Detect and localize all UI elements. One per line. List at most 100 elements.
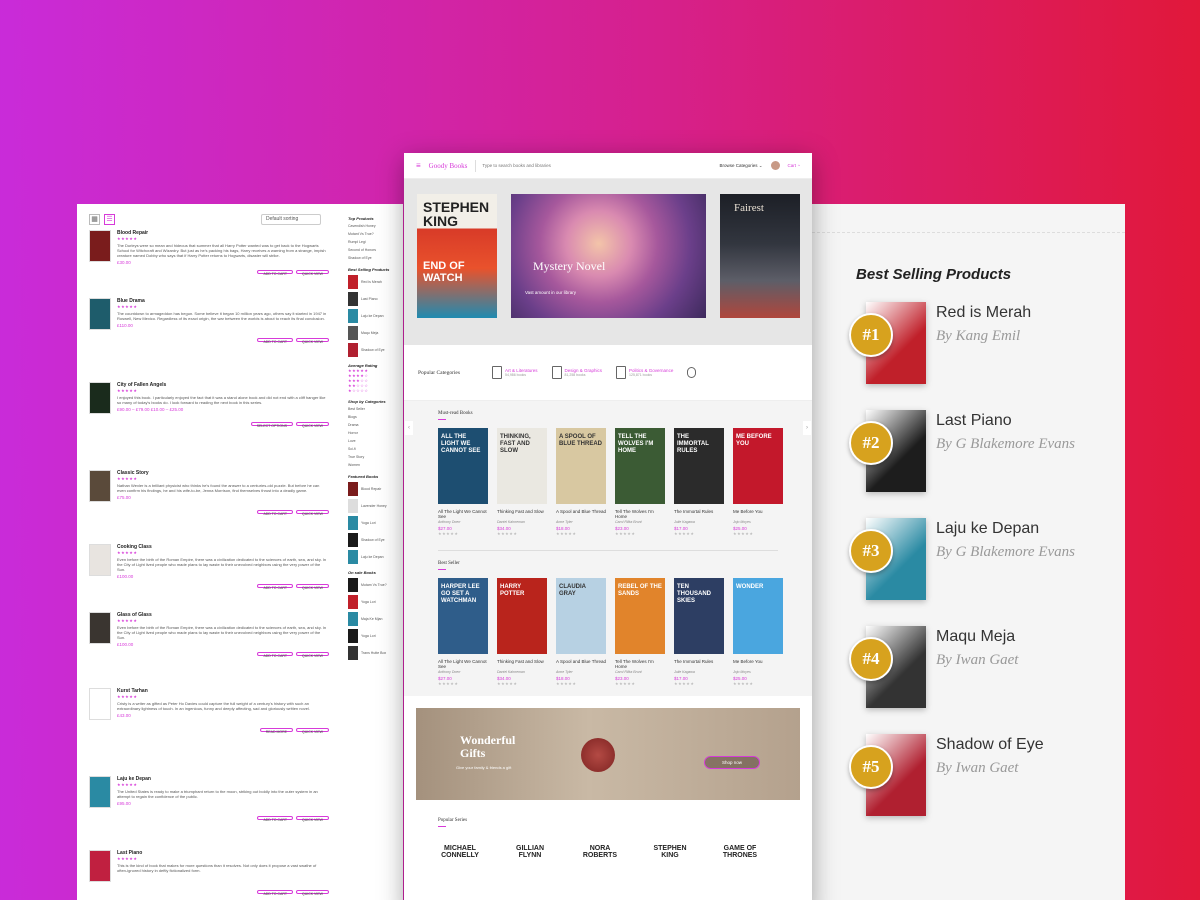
list-view-icon[interactable]: ☰ — [104, 214, 115, 225]
add-to-cart-button[interactable]: ADD TO CART — [257, 890, 293, 896]
best-selling-item[interactable]: #3 Laju ke Depan By G Blakemore Evans — [849, 518, 1106, 600]
sidebar-item[interactable]: Women — [348, 463, 400, 468]
add-to-cart-button[interactable]: ADD TO CART — [257, 510, 293, 516]
book-thumbnail[interactable] — [89, 298, 111, 330]
add-to-cart-button[interactable]: SELECT OPTIONS — [250, 422, 293, 428]
category-item[interactable]: Design & Graphics 81,258 books — [551, 366, 602, 379]
product-name[interactable]: Shadow of Eye — [936, 736, 1044, 754]
search-input[interactable] — [475, 159, 712, 172]
book-cover[interactable]: TEN THOUSAND SKIES — [674, 578, 724, 654]
sidebar-item[interactable]: Yoga Lori — [348, 595, 400, 609]
book-thumbnail[interactable] — [89, 612, 111, 644]
book-card[interactable]: HARPER LEE GO SET A WATCHMAN All The Ligh… — [438, 578, 488, 686]
browse-categories-dropdown[interactable]: Browse Categories ⌄ — [719, 163, 762, 169]
next-arrow-icon[interactable]: › — [803, 421, 811, 435]
category-item[interactable]: Art & Literatures 54,986 books — [492, 366, 538, 379]
quick-view-button[interactable]: QUICK VIEW — [295, 510, 329, 516]
quick-view-button[interactable]: QUICK VIEW — [295, 270, 329, 276]
quick-view-button[interactable]: QUICK VIEW — [295, 584, 329, 590]
sidebar-item[interactable]: Last Piano — [348, 292, 400, 306]
series-logo[interactable]: GAME OF THRONES — [718, 845, 762, 859]
book-card[interactable]: THE IMMORTAL RULES The Immortal Rules Juli… — [674, 428, 724, 536]
add-to-cart-button[interactable]: ADD TO CART — [257, 338, 293, 344]
sidebar-item[interactable]: Cavendish Honey — [348, 224, 400, 229]
sidebar-item[interactable]: Yoga Lori — [348, 629, 400, 643]
book-title[interactable]: Me Before You — [733, 509, 783, 519]
book-card[interactable]: THINKING, FAST AND SLOW Thinking Fast and… — [497, 428, 547, 536]
sort-select[interactable]: Default sorting — [261, 214, 321, 225]
hero-book-3[interactable]: Fairest — [720, 194, 800, 318]
series-logo[interactable]: NORA ROBERTS — [578, 845, 622, 859]
book-card[interactable]: TEN THOUSAND SKIES The Immortal Rules Juli… — [674, 578, 724, 686]
book-cover[interactable]: HARPER LEE GO SET A WATCHMAN — [438, 578, 488, 654]
book-cover[interactable]: HARRY POTTER — [497, 578, 547, 654]
best-selling-item[interactable]: #5 Shadow of Eye By Iwan Gaet — [849, 734, 1106, 816]
book-thumbnail[interactable] — [89, 382, 111, 414]
rating-filter[interactable]: ★★★★★ ★★★★☆ ★★★☆☆ ★★☆☆☆ ★☆☆☆☆ — [348, 368, 400, 393]
series-logo[interactable]: GILLIAN FLYNN — [508, 845, 552, 859]
quick-view-button[interactable]: QUICK VIEW — [295, 816, 329, 822]
book-card[interactable]: CLAUDIA GRAY A Spool and Blue Thread Anne … — [556, 578, 606, 686]
product-name[interactable]: Red is Merah — [936, 304, 1031, 322]
menu-icon[interactable]: ≡ — [416, 161, 421, 170]
book-title[interactable]: All The Light We Cannot See — [438, 659, 488, 669]
book-thumbnail[interactable] — [89, 776, 111, 808]
sidebar-item[interactable]: Rumpl Legi — [348, 240, 400, 245]
series-logo[interactable]: MICHAEL CONNELLY — [438, 845, 482, 859]
sidebar-item[interactable]: Drama — [348, 423, 400, 428]
quick-view-button[interactable]: QUICK VIEW — [295, 422, 329, 428]
sidebar-item[interactable]: Shadow of Eye — [348, 343, 400, 357]
sidebar-item[interactable]: Red is Merah — [348, 275, 400, 289]
sidebar-item[interactable]: True Story — [348, 455, 400, 460]
sidebar-item[interactable]: Maja Ke Mjan — [348, 612, 400, 626]
book-thumbnail[interactable] — [89, 230, 111, 262]
book-cover[interactable]: A SPOOL OF BLUE THREAD — [556, 428, 606, 504]
book-cover[interactable]: ALL THE LIGHT WE CANNOT SEE — [438, 428, 488, 504]
sidebar-item[interactable]: Laju ke Depan — [348, 309, 400, 323]
sidebar-item[interactable]: Blood Repair — [348, 482, 400, 496]
sidebar-item[interactable]: Shadow of Eye — [348, 533, 400, 547]
sidebar-item[interactable]: Best Seller — [348, 407, 400, 412]
quick-view-button[interactable]: QUICK VIEW — [295, 338, 329, 344]
sidebar-item[interactable]: Maqu Meja — [348, 326, 400, 340]
book-thumbnail[interactable] — [89, 688, 111, 720]
book-cover[interactable]: REBEL OF THE SANDS — [615, 578, 665, 654]
prev-arrow-icon[interactable]: ‹ — [405, 421, 413, 435]
best-selling-item[interactable]: #4 Maqu Meja By Iwan Gaet — [849, 626, 1106, 708]
book-card[interactable]: HARRY POTTER Thinking Fast and Slow Daniel… — [497, 578, 547, 686]
sidebar-item[interactable]: Blogs — [348, 415, 400, 420]
book-title[interactable]: A Spool and Blue Thread — [556, 659, 606, 669]
hero-book-2[interactable]: Mystery Novel Vast amount in our library — [511, 194, 706, 318]
book-thumbnail[interactable] — [89, 850, 111, 882]
product-name[interactable]: Last Piano — [936, 412, 1012, 430]
book-card[interactable]: REBEL OF THE SANDS Tell The Wolves I'm Ho… — [615, 578, 665, 686]
series-logo[interactable]: STEPHEN KING — [648, 845, 692, 859]
sidebar-item[interactable]: Second of Honors — [348, 248, 400, 253]
microphone-icon[interactable] — [687, 367, 697, 378]
book-title[interactable]: Tell The Wolves I'm Home — [615, 659, 665, 669]
book-title[interactable]: Tell The Wolves I'm Home — [615, 509, 665, 519]
best-selling-item[interactable]: #1 Red is Merah By Kang Emil — [849, 302, 1106, 384]
book-title[interactable]: All The Light We Cannot See — [438, 509, 488, 519]
sidebar-item[interactable]: Laju ke Depan — [348, 550, 400, 564]
book-cover[interactable]: CLAUDIA GRAY — [556, 578, 606, 654]
add-to-cart-button[interactable]: READ MORE — [259, 728, 293, 734]
quick-view-button[interactable]: QUICK VIEW — [295, 728, 329, 734]
book-cover[interactable]: THE IMMORTAL RULES — [674, 428, 724, 504]
grid-view-icon[interactable]: ▦ — [89, 214, 100, 225]
shop-now-button[interactable]: Shop now — [704, 756, 760, 769]
sidebar-item[interactable]: Trans Hutte Box — [348, 646, 400, 660]
add-to-cart-button[interactable]: ADD TO CART — [257, 652, 293, 658]
quick-view-button[interactable]: QUICK VIEW — [295, 890, 329, 896]
add-to-cart-button[interactable]: ADD TO CART — [257, 270, 293, 276]
book-card[interactable]: ME BEFORE YOU Me Before You Jojo Moyes $25.… — [733, 428, 783, 536]
product-name[interactable]: Maqu Meja — [936, 628, 1015, 646]
avatar[interactable] — [770, 161, 780, 170]
book-card[interactable]: A SPOOL OF BLUE THREAD A Spool and Blue T… — [556, 428, 606, 536]
book-title[interactable]: A Spool and Blue Thread — [556, 509, 606, 519]
book-title[interactable]: Me Before You — [733, 659, 783, 669]
book-cover[interactable]: ME BEFORE YOU — [733, 428, 783, 504]
book-card[interactable]: TELL THE WOLVES I'M HOME Tell The Wolves … — [615, 428, 665, 536]
add-to-cart-button[interactable]: ADD TO CART — [257, 816, 293, 822]
book-thumbnail[interactable] — [89, 544, 111, 576]
